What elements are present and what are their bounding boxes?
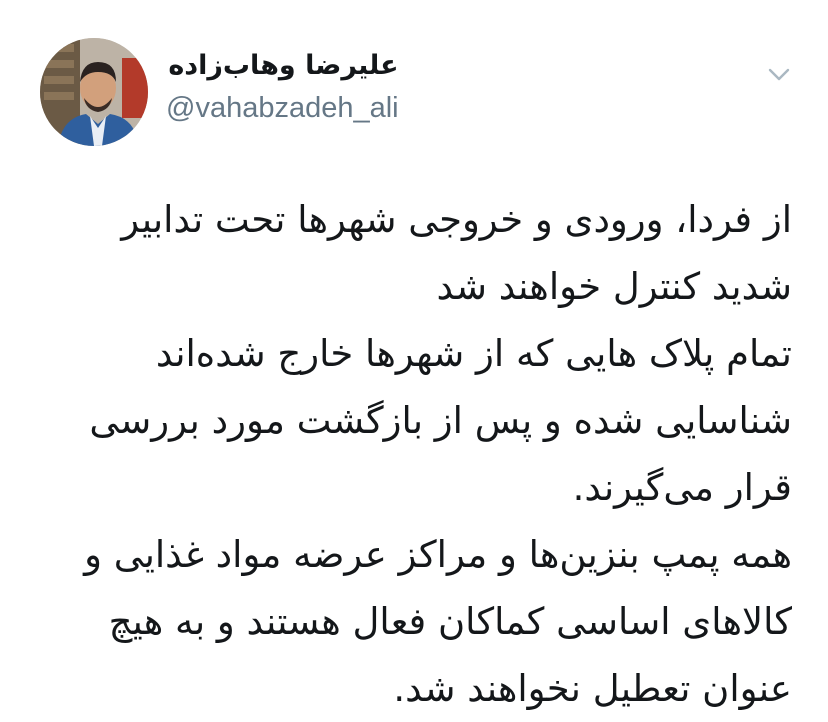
display-name[interactable]: علیرضا وهاب‌زاده [166, 48, 398, 86]
tweet: علیرضا وهاب‌زاده @vahabzadeh_ali از فردا… [0, 0, 828, 710]
tweet-text-line: از فردا، ورودی و خروجی شهرها تحت تدابیر [121, 198, 792, 241]
tweet-text-line: شناسایی شده و پس از بازگشت مورد بررسی [89, 399, 792, 442]
tweet-text-line: قرار می‌گیرند. [572, 466, 792, 509]
avatar-photo [40, 38, 148, 146]
tweet-text-line: کالاهای اساسی کماکان فعال هستند و به هیچ [108, 600, 792, 643]
avatar[interactable] [40, 38, 148, 146]
author-names: علیرضا وهاب‌زاده @vahabzadeh_ali [166, 48, 399, 126]
tweet-text-line: عنوان تعطیل نخواهند شد. [393, 667, 792, 710]
chevron-down-icon[interactable] [766, 64, 792, 84]
tweet-text: از فردا، ورودی و خروجی شهرها تحت تدابیر … [32, 186, 792, 722]
user-handle[interactable]: @vahabzadeh_ali [166, 90, 399, 126]
tweet-text-line: تمام پلاک هایی که از شهرها خارج شده‌اند [155, 332, 792, 375]
tweet-text-line: همه پمپ بنزین‌ها و مراکز عرضه مواد غذایی… [84, 533, 792, 576]
tweet-text-line: شدید کنترل خواهند شد [436, 265, 792, 308]
tweet-header: علیرضا وهاب‌زاده @vahabzadeh_ali [40, 38, 800, 146]
